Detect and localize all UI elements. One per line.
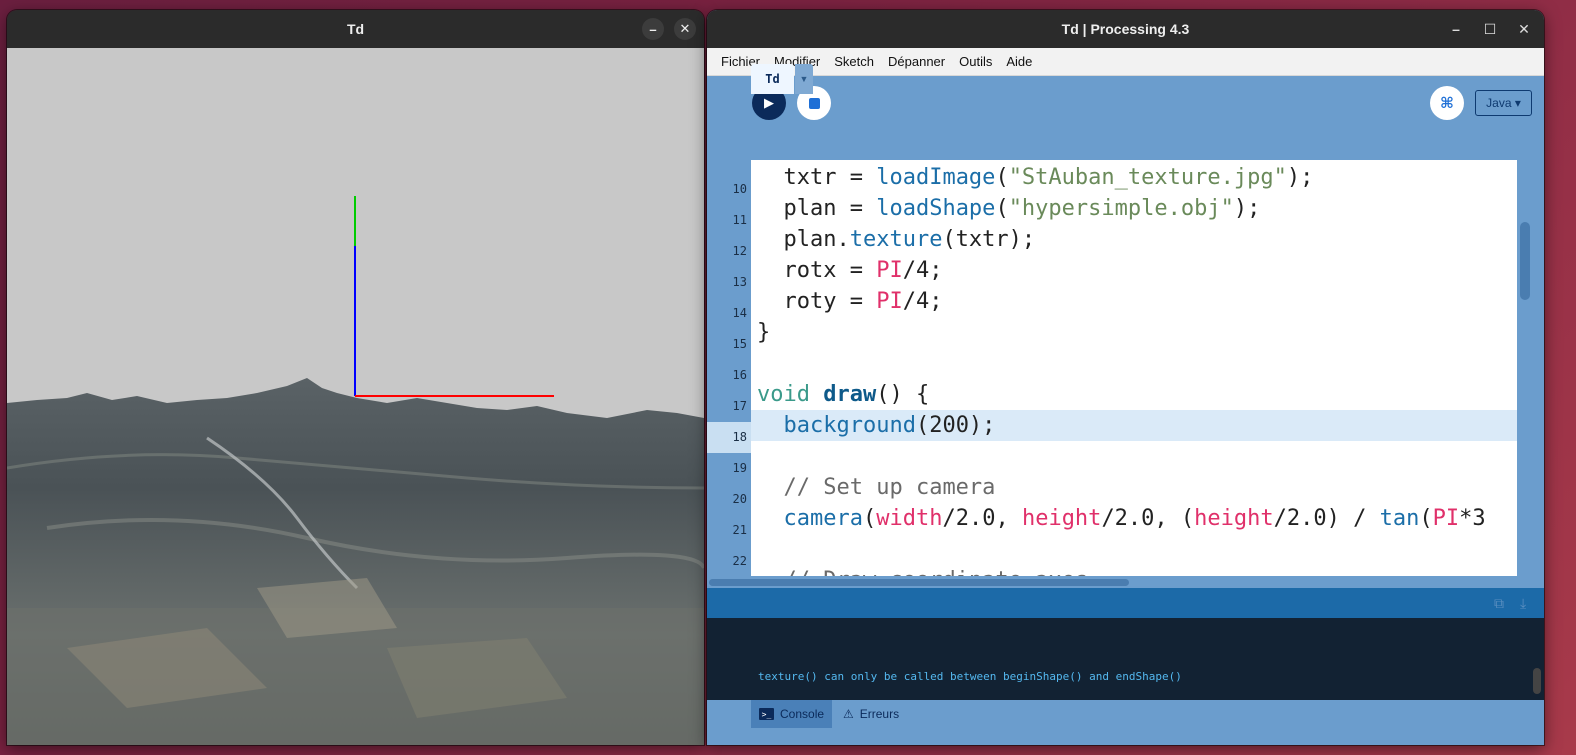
code-line: camera(width/2.0, height/2.0, (height/2.… (783, 506, 1486, 531)
code-line: // Set up camera (783, 475, 996, 500)
maximize-button[interactable]: ☐ (1478, 17, 1502, 41)
close-button[interactable]: ✕ (674, 18, 696, 40)
sketch-titlebar[interactable]: Td – ✕ (7, 10, 704, 48)
console-scrollbar[interactable] (1533, 668, 1541, 694)
menu-bar: Fichier Modifier Sketch Dépanner Outils … (707, 48, 1544, 76)
line-number-gutter: 10 11 12 13 14 15 16 17 18 19 20 21 22 (707, 160, 751, 576)
debug-button[interactable]: ⌘ (1430, 86, 1464, 120)
line-number: 11 (732, 213, 747, 227)
code-line: void draw() { (757, 382, 930, 407)
ide-title: Td | Processing 4.3 (1061, 21, 1190, 37)
ide-titlebar[interactable]: Td | Processing 4.3 – ☐ ✕ (707, 10, 1544, 48)
line-number: 12 (732, 244, 747, 258)
line-number: 19 (732, 461, 747, 475)
line-number: 20 (732, 492, 747, 506)
debugger-icon: ⌘ (1440, 95, 1454, 112)
code-text-area[interactable]: txtr = loadImage("StAuban_texture.jpg");… (751, 160, 1517, 576)
menu-depanner[interactable]: Dépanner (881, 54, 952, 69)
close-button[interactable]: ✕ (1512, 17, 1536, 41)
code-line: } (757, 320, 771, 345)
code-line: txtr = loadImage("StAuban_texture.jpg"); (757, 165, 1314, 190)
menu-aide[interactable]: Aide (999, 54, 1039, 69)
minimize-button[interactable]: – (1444, 17, 1468, 41)
console-tabs: >_ Console ⚠ Erreurs (707, 700, 1544, 745)
tab-console-label: Console (780, 707, 825, 721)
code-editor[interactable]: 10 11 12 13 14 15 16 17 18 19 20 21 22 t… (707, 160, 1544, 588)
menu-outils[interactable]: Outils (952, 54, 999, 69)
toolbar: ▶ ⌘ Java ▾ (707, 76, 1544, 166)
console-output[interactable]: texture() can only be called between beg… (707, 618, 1544, 700)
tab-td[interactable]: Td (751, 64, 794, 94)
line-number-current: 18 (707, 422, 751, 453)
code-line: plan = loadShape("hypersimple.obj"); (757, 196, 1261, 221)
tab-console[interactable]: >_ Console (751, 700, 833, 728)
processing-ide-window: Td | Processing 4.3 – ☐ ✕ Fichier Modifi… (707, 10, 1544, 745)
line-number: 10 (732, 182, 747, 196)
scroll-thumb[interactable] (1520, 222, 1530, 300)
minimize-button[interactable]: – (642, 18, 664, 40)
line-number: 21 (732, 523, 747, 537)
copy-icon[interactable]: ⧉ (1494, 595, 1504, 612)
line-number: 14 (732, 306, 747, 320)
code-line: rotx = PI/4; (757, 258, 943, 283)
tab-menu-button[interactable]: ▼ (795, 64, 813, 94)
line-number: 15 (732, 337, 747, 351)
line-number: 16 (732, 368, 747, 382)
play-icon: ▶ (764, 95, 774, 110)
menu-sketch[interactable]: Sketch (827, 54, 881, 69)
console-header: ⧉ ⤓ (707, 588, 1544, 618)
editor-horizontal-scrollbar[interactable] (707, 576, 1544, 588)
line-number: 17 (732, 399, 747, 413)
terminal-icon: >_ (759, 708, 774, 720)
stop-icon (808, 97, 820, 109)
editor-vertical-scrollbar[interactable] (1517, 160, 1534, 576)
sketch-window: Td – ✕ (7, 10, 704, 745)
sketch-canvas[interactable] (7, 48, 704, 745)
mode-selector[interactable]: Java ▾ (1475, 90, 1532, 116)
clear-console-icon[interactable]: ⤓ (1520, 595, 1526, 612)
tab-errors[interactable]: ⚠ Erreurs (835, 700, 907, 728)
warning-icon: ⚠ (843, 707, 854, 721)
console-message: texture() can only be called between beg… (758, 670, 1182, 683)
terrain-render (7, 196, 704, 745)
code-line: // Draw coordinate axes (751, 565, 1517, 576)
line-number: 13 (732, 275, 747, 289)
tab-errors-label: Erreurs (859, 707, 900, 721)
line-number: 22 (732, 554, 747, 568)
code-line-current: background(200); (751, 410, 1517, 441)
scroll-thumb[interactable] (709, 579, 1129, 586)
code-line: roty = PI/4; (757, 289, 943, 314)
sketch-title: Td (346, 21, 365, 37)
code-line: plan.texture(txtr); (757, 227, 1036, 252)
